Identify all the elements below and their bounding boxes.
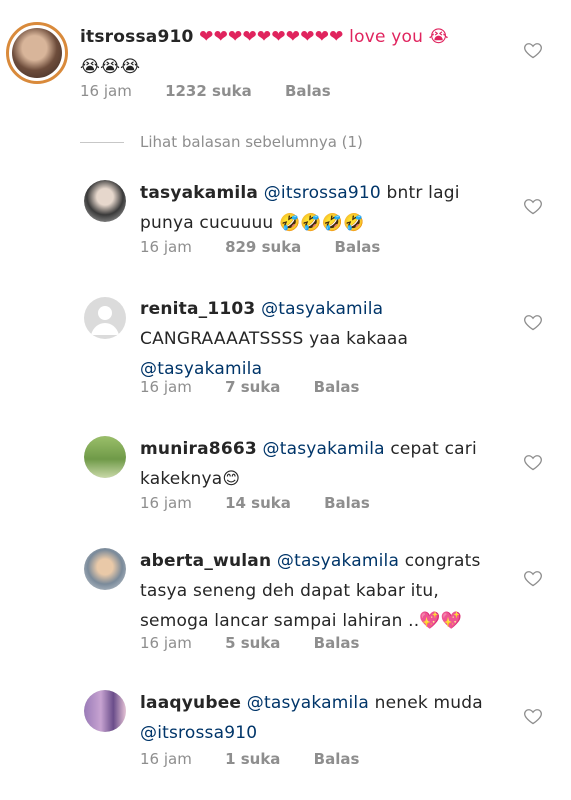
comment-meta: 16 jam 14 suka Balas: [140, 494, 398, 512]
comment-username[interactable]: laaqyubee: [140, 693, 241, 713]
avatar[interactable]: [84, 436, 126, 478]
avatar[interactable]: [84, 180, 126, 222]
view-previous-replies[interactable]: Lihat balasan sebelumnya (1): [80, 130, 363, 154]
heart-icon[interactable]: [523, 568, 543, 588]
comment-meta: 16 jam 7 suka Balas: [140, 378, 387, 396]
comment-body: bntr lagi: [380, 183, 460, 203]
comment-likes[interactable]: 1 suka: [225, 750, 280, 768]
comment-time: 16 jam: [140, 494, 192, 512]
comment-text: tasyakamila @itsrossa910 bntr lagi punya…: [140, 178, 500, 238]
comment-username[interactable]: itsrossa910: [80, 27, 194, 47]
reply-button[interactable]: Balas: [285, 82, 331, 100]
reply-button[interactable]: Balas: [324, 494, 370, 512]
comment-likes[interactable]: 829 suka: [225, 238, 301, 256]
comment-body-line2: punya cucuuuu 🤣🤣🤣🤣: [140, 213, 365, 233]
comment-body-line2: tasya seneng deh dapat kabar itu,: [140, 581, 439, 601]
reply-button[interactable]: Balas: [335, 238, 381, 256]
mention-link[interactable]: @tasyakamila: [261, 299, 383, 319]
comment-meta: 16 jam 1 suka Balas: [140, 750, 387, 768]
comment-time: 16 jam: [140, 750, 192, 768]
comment-meta: 16 jam 5 suka Balas: [140, 634, 387, 652]
comment-text: itsrossa910 ❤❤❤❤❤❤❤❤❤❤ love you 😭 😭😭😭: [80, 22, 520, 82]
comment-username[interactable]: tasyakamila: [140, 183, 258, 203]
comment-body: CANGRAAAATSSSS yaa kakaaa: [140, 329, 409, 349]
comment-likes[interactable]: 7 suka: [225, 378, 280, 396]
mention-link[interactable]: @tasyakamila: [263, 439, 385, 459]
reply-button[interactable]: Balas: [314, 750, 360, 768]
comment-body: cepat cari: [384, 439, 477, 459]
default-avatar-icon: [91, 306, 119, 335]
heart-icon[interactable]: [523, 452, 543, 472]
divider-line: [80, 141, 124, 143]
comment-username[interactable]: aberta_wulan: [140, 551, 271, 571]
comment-likes[interactable]: 1232 suka: [165, 82, 252, 100]
comment-likes[interactable]: 14 suka: [225, 494, 291, 512]
heart-icon[interactable]: [523, 706, 543, 726]
comment-body: ❤❤❤❤❤❤❤❤❤❤ love you 😭: [199, 27, 449, 47]
comment-body-line2: kakeknya😊: [140, 469, 241, 489]
comment-text: renita_1103 @tasyakamila CANGRAAAATSSSS …: [140, 294, 500, 384]
avatar[interactable]: [6, 22, 68, 84]
comment-username[interactable]: renita_1103: [140, 299, 255, 319]
comment-time: 16 jam: [140, 378, 192, 396]
view-previous-label[interactable]: Lihat balasan sebelumnya (1): [140, 133, 363, 151]
comment-meta: 16 jam 829 suka Balas: [140, 238, 408, 256]
mention-link[interactable]: @tasyakamila: [277, 551, 399, 571]
mention-link-2[interactable]: @itsrossa910: [140, 723, 257, 743]
heart-icon[interactable]: [523, 196, 543, 216]
comment-time: 16 jam: [140, 634, 192, 652]
mention-link[interactable]: @tasyakamila: [247, 693, 369, 713]
comment-time: 16 jam: [80, 82, 132, 100]
heart-icon[interactable]: [523, 312, 543, 332]
heart-icon[interactable]: [523, 40, 543, 60]
comment-text: laaqyubee @tasyakamila nenek muda @itsro…: [140, 688, 500, 748]
comment-body: nenek muda: [368, 693, 483, 713]
comment-likes[interactable]: 5 suka: [225, 634, 280, 652]
reply-button[interactable]: Balas: [314, 634, 360, 652]
avatar[interactable]: [84, 690, 126, 732]
comment-body-line3: semoga lancar sampai lahiran ..💖💖: [140, 611, 463, 631]
mention-link[interactable]: @itsrossa910: [264, 183, 381, 203]
comment-text: aberta_wulan @tasyakamila congrats tasya…: [140, 546, 520, 636]
avatar[interactable]: [84, 297, 126, 339]
comment-body: congrats: [399, 551, 481, 571]
mention-link-2[interactable]: @tasyakamila: [140, 359, 262, 379]
comment-text: munira8663 @tasyakamila cepat cari kakek…: [140, 434, 500, 494]
comment-body-line2: 😭😭😭: [80, 57, 141, 77]
avatar[interactable]: [84, 548, 126, 590]
comment-time: 16 jam: [140, 238, 192, 256]
reply-button[interactable]: Balas: [314, 378, 360, 396]
comment-meta: 16 jam 1232 suka Balas: [80, 82, 359, 100]
comment-username[interactable]: munira8663: [140, 439, 257, 459]
